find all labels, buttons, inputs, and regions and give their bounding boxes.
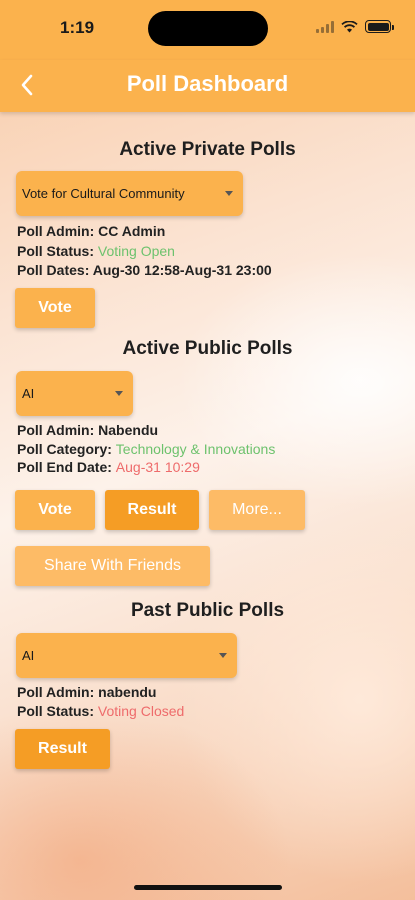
private-poll-dropdown[interactable]: Vote for Cultural Community [16,171,243,216]
more-button[interactable]: More... [209,490,305,530]
battery-icon [365,20,394,33]
public-vote-button[interactable]: Vote [15,490,95,530]
status-icons [316,20,394,33]
private-poll-selected: Vote for Cultural Community [22,186,185,201]
category-text: Technology & Innovations [115,441,276,457]
public-poll-end-date: Poll End Date: Aug-31 10:29 [17,459,200,475]
past-poll-admin: Poll Admin: nabendu [17,684,157,700]
cellular-signal-icon [316,20,334,33]
past-poll-dropdown[interactable]: AI [16,633,237,678]
status-open-text: Voting Open [97,243,175,259]
home-indicator [134,885,282,890]
past-poll-selected: AI [22,648,35,663]
public-result-button[interactable]: Result [105,490,199,530]
private-polls-heading: Active Private Polls [119,139,296,160]
dynamic-island [148,11,268,46]
status-closed-text: Voting Closed [97,703,185,719]
past-polls-heading: Past Public Polls [130,600,285,621]
public-poll-category: Poll Category: Technology & Innovations [17,441,276,457]
public-polls-heading: Active Public Polls [122,338,293,359]
status-time: 1:19 [60,18,95,37]
page-title: Poll Dashboard [126,71,289,96]
status-bar: 1:19 [0,0,415,60]
past-poll-status: Poll Status: Voting Closed [17,703,185,719]
private-poll-status: Poll Status: Voting Open [17,243,175,259]
caret-down-icon [225,191,233,196]
public-poll-selected: AI [22,386,35,401]
wifi-icon [341,20,358,32]
public-poll-dropdown[interactable]: AI [16,371,133,416]
past-result-button[interactable]: Result [15,729,110,769]
private-poll-dates: Poll Dates: Aug-30 12:58-Aug-31 23:00 [17,262,272,278]
private-vote-button[interactable]: Vote [15,288,95,328]
caret-down-icon [219,653,227,658]
caret-down-icon [115,391,123,396]
navigation-bar: Poll Dashboard [0,60,415,112]
private-poll-admin: Poll Admin: CC Admin [17,223,166,239]
public-poll-admin: Poll Admin: Nabendu [17,422,159,438]
share-with-friends-button[interactable]: Share With Friends [15,546,210,586]
end-date-text: Aug-31 10:29 [115,459,200,475]
